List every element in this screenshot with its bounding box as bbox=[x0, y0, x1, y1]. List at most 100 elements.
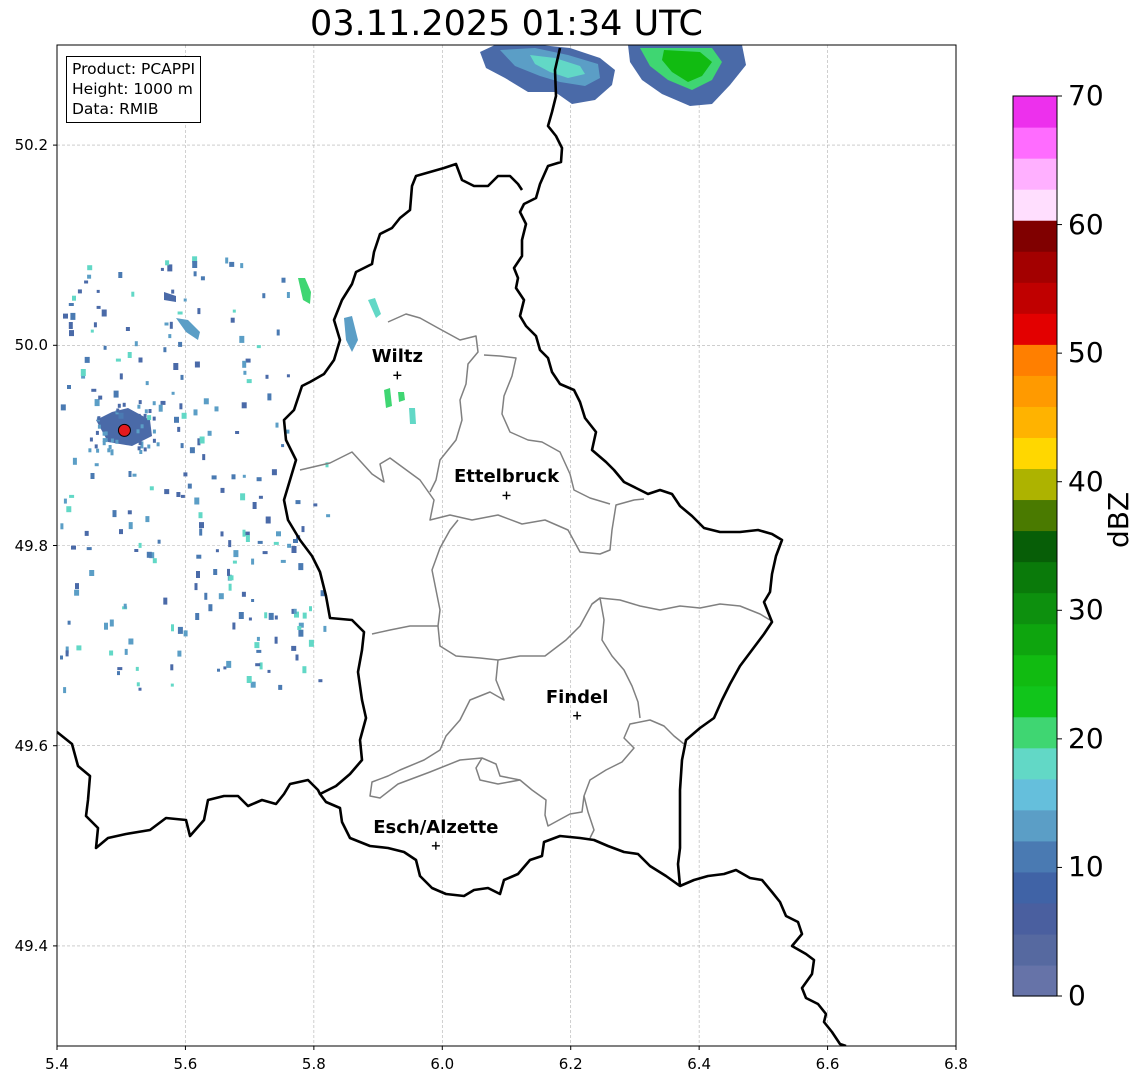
colorbar-segment bbox=[1013, 809, 1057, 842]
radar-speckle bbox=[267, 393, 272, 401]
radar-speckle bbox=[242, 360, 247, 368]
radar-speckle bbox=[122, 402, 126, 407]
radar-speckle bbox=[80, 369, 86, 376]
radar-speckle bbox=[152, 558, 157, 564]
radar-speckle bbox=[112, 510, 117, 518]
radar-speckle bbox=[177, 626, 183, 634]
colorbar-segment bbox=[1013, 933, 1057, 966]
radar-speckle bbox=[171, 391, 175, 395]
radar-speckle bbox=[87, 265, 93, 271]
radar-speckle bbox=[98, 395, 103, 400]
radar-speckle bbox=[110, 420, 114, 425]
colorbar-segment bbox=[1013, 747, 1057, 780]
radar-speckle bbox=[145, 516, 150, 523]
radar-speckle bbox=[256, 636, 260, 641]
radar-speckle bbox=[163, 597, 168, 605]
radar-speckle bbox=[152, 438, 156, 443]
radar-speckle bbox=[218, 593, 224, 600]
radar-speckle bbox=[232, 622, 236, 630]
radar-speckle bbox=[173, 363, 179, 370]
radar-speckle bbox=[217, 668, 220, 672]
colorbar-segment bbox=[1013, 220, 1057, 252]
radar-speckle bbox=[96, 448, 100, 453]
radar-speckle bbox=[243, 370, 247, 375]
colorbar-tick-label: 40 bbox=[1068, 464, 1104, 498]
radar-speckle bbox=[238, 612, 244, 619]
radar-speckle bbox=[223, 666, 227, 670]
radar-speckle bbox=[256, 345, 261, 349]
radar-speckle bbox=[246, 379, 252, 384]
radar-speckle bbox=[280, 559, 286, 563]
radar-speckle bbox=[229, 261, 235, 267]
radar-speckle bbox=[180, 494, 185, 498]
radar-speckle bbox=[148, 409, 152, 413]
colorbar-tick-label: 60 bbox=[1068, 207, 1104, 241]
radar-speckle bbox=[115, 358, 121, 362]
x-tick-label: 6.4 bbox=[687, 1055, 712, 1073]
radar-speckle bbox=[136, 682, 140, 687]
radar-speckle bbox=[144, 409, 148, 414]
radar-speckle bbox=[226, 660, 232, 668]
radar-speckle bbox=[183, 630, 188, 637]
radar-speckle bbox=[302, 612, 307, 619]
radar-speckle bbox=[177, 426, 181, 432]
radar-speckle bbox=[275, 422, 279, 428]
radar-speckle bbox=[255, 663, 261, 667]
y-tick-label: 49.6 bbox=[14, 736, 48, 755]
radar-speckle bbox=[91, 388, 97, 392]
colorbar-tick-label: 20 bbox=[1068, 721, 1104, 755]
radar-speckle bbox=[207, 430, 212, 436]
radar-speckle bbox=[117, 671, 120, 676]
radar-speckle bbox=[323, 625, 327, 632]
radar-speckle bbox=[152, 401, 156, 406]
radar-speckle bbox=[298, 563, 304, 571]
radar-speckle bbox=[138, 441, 142, 446]
radar-speckle bbox=[293, 539, 298, 543]
radar-speckle bbox=[251, 558, 255, 565]
radar-speckle bbox=[104, 622, 108, 630]
radar-speckle bbox=[189, 447, 195, 454]
radar-speckle bbox=[127, 510, 132, 515]
radar-speckle bbox=[152, 429, 156, 434]
radar-speckle bbox=[268, 612, 274, 620]
radar-speckle bbox=[160, 400, 166, 405]
info-data: Data: RMIB bbox=[72, 100, 159, 118]
y-tick-label: 50.0 bbox=[14, 336, 48, 355]
radar-speckle bbox=[176, 492, 181, 497]
radar-speckle bbox=[235, 431, 240, 434]
radar-speckle bbox=[90, 473, 95, 479]
x-tick-label: 6.0 bbox=[430, 1055, 455, 1073]
x-tick-label: 6.6 bbox=[815, 1055, 840, 1073]
radar-speckle bbox=[137, 404, 141, 409]
radar-speckle bbox=[183, 298, 187, 302]
radar-speckle bbox=[220, 487, 225, 493]
radar-speckle bbox=[254, 642, 260, 649]
radar-speckle bbox=[124, 648, 128, 655]
colorbar-tick-label: 70 bbox=[1068, 79, 1104, 112]
radar-speckle bbox=[239, 335, 245, 343]
y-tick-label: 49.8 bbox=[14, 536, 48, 555]
radar-speckle bbox=[101, 422, 105, 427]
radar-speckle bbox=[326, 514, 331, 518]
radar-speckle bbox=[174, 416, 179, 423]
radar-speckle bbox=[123, 603, 127, 609]
radar-speckle bbox=[297, 626, 302, 630]
radar-speckle bbox=[204, 592, 208, 600]
radar-speckle bbox=[203, 398, 209, 405]
colorbar-segment bbox=[1013, 282, 1057, 314]
radar-echo-small bbox=[409, 408, 416, 424]
radar-speckle bbox=[89, 570, 95, 576]
radar-speckle bbox=[198, 512, 203, 519]
radar-speckle bbox=[220, 531, 224, 537]
product-info-box: Product: PCAPPI Height: 1000 m Data: RMI… bbox=[66, 56, 202, 123]
radar-speckle bbox=[77, 289, 82, 294]
radar-speckle bbox=[131, 291, 135, 297]
radar-speckle bbox=[202, 454, 206, 461]
radar-speckle bbox=[183, 472, 188, 477]
radar-speckle bbox=[102, 441, 106, 446]
radar-speckle bbox=[76, 645, 82, 651]
radar-speckle bbox=[110, 438, 114, 443]
city-label-ettelbruck: Ettelbruck bbox=[453, 466, 560, 488]
radar-speckle bbox=[147, 415, 152, 421]
radar-speckle bbox=[194, 361, 200, 368]
